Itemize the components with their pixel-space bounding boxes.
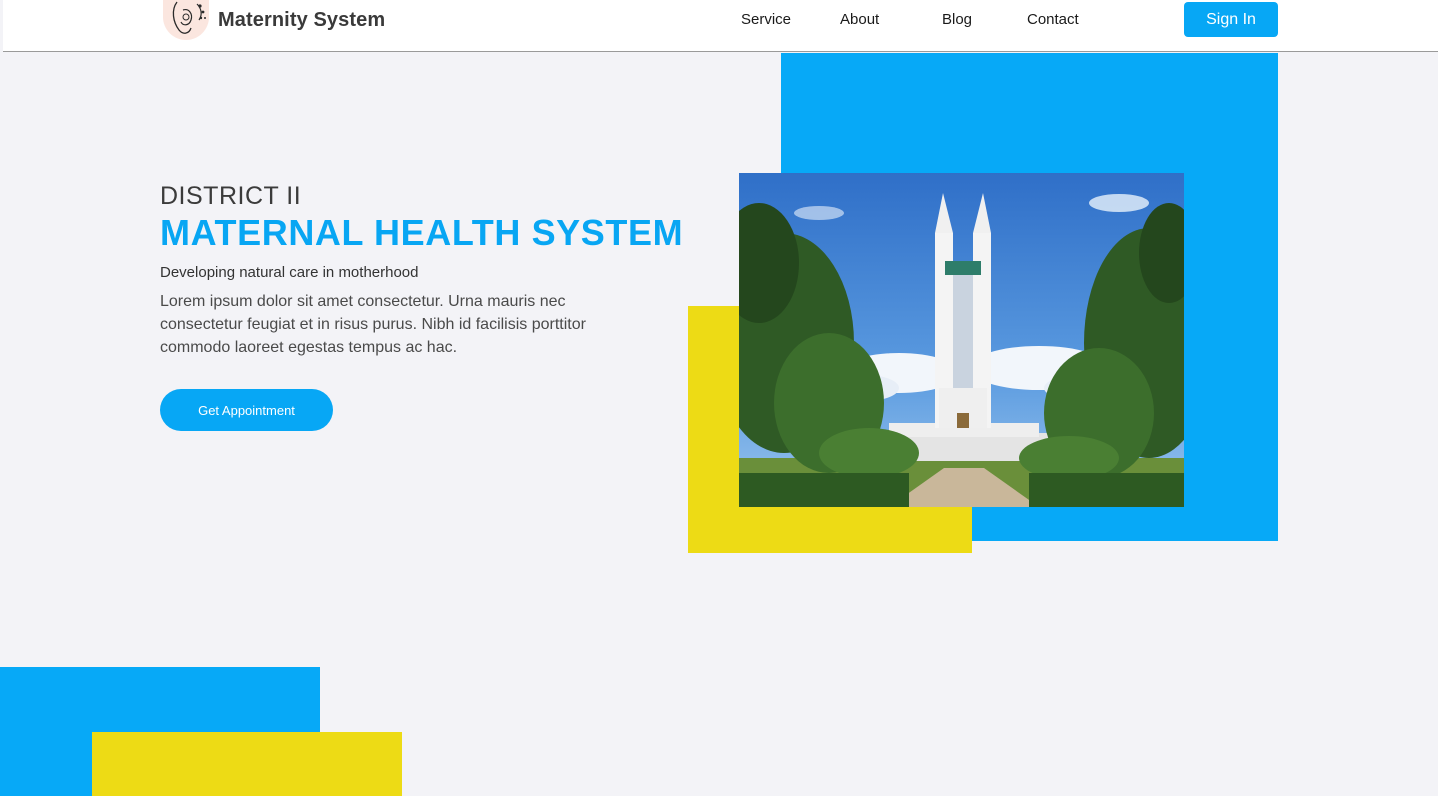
- monument-photo: [739, 173, 1184, 507]
- nav-blog-link[interactable]: Blog: [942, 11, 972, 28]
- top-navbar: Maternity System Service About Blog Cont…: [3, 0, 1438, 52]
- brand-name: Maternity System: [218, 8, 386, 31]
- hero-tagline: Developing natural care in motherhood: [160, 264, 419, 281]
- brand[interactable]: Maternity System: [163, 0, 385, 40]
- nav-about-link[interactable]: About: [840, 11, 879, 28]
- hero-description: Lorem ipsum dolor sit amet consectetur. …: [160, 293, 586, 356]
- hero-subtitle: DISTRICT II: [160, 182, 302, 210]
- hero-title: MATERNAL HEALTH SYSTEM: [160, 212, 684, 253]
- sign-in-button[interactable]: Sign In: [1184, 2, 1278, 37]
- decorative-yellow-block-bottom: [92, 732, 402, 796]
- mother-and-baby-logo-icon: [163, 0, 209, 40]
- nav-service-link[interactable]: Service: [741, 11, 791, 28]
- get-appointment-button[interactable]: Get Appointment: [160, 389, 333, 431]
- nav-contact-link[interactable]: Contact: [1027, 11, 1079, 28]
